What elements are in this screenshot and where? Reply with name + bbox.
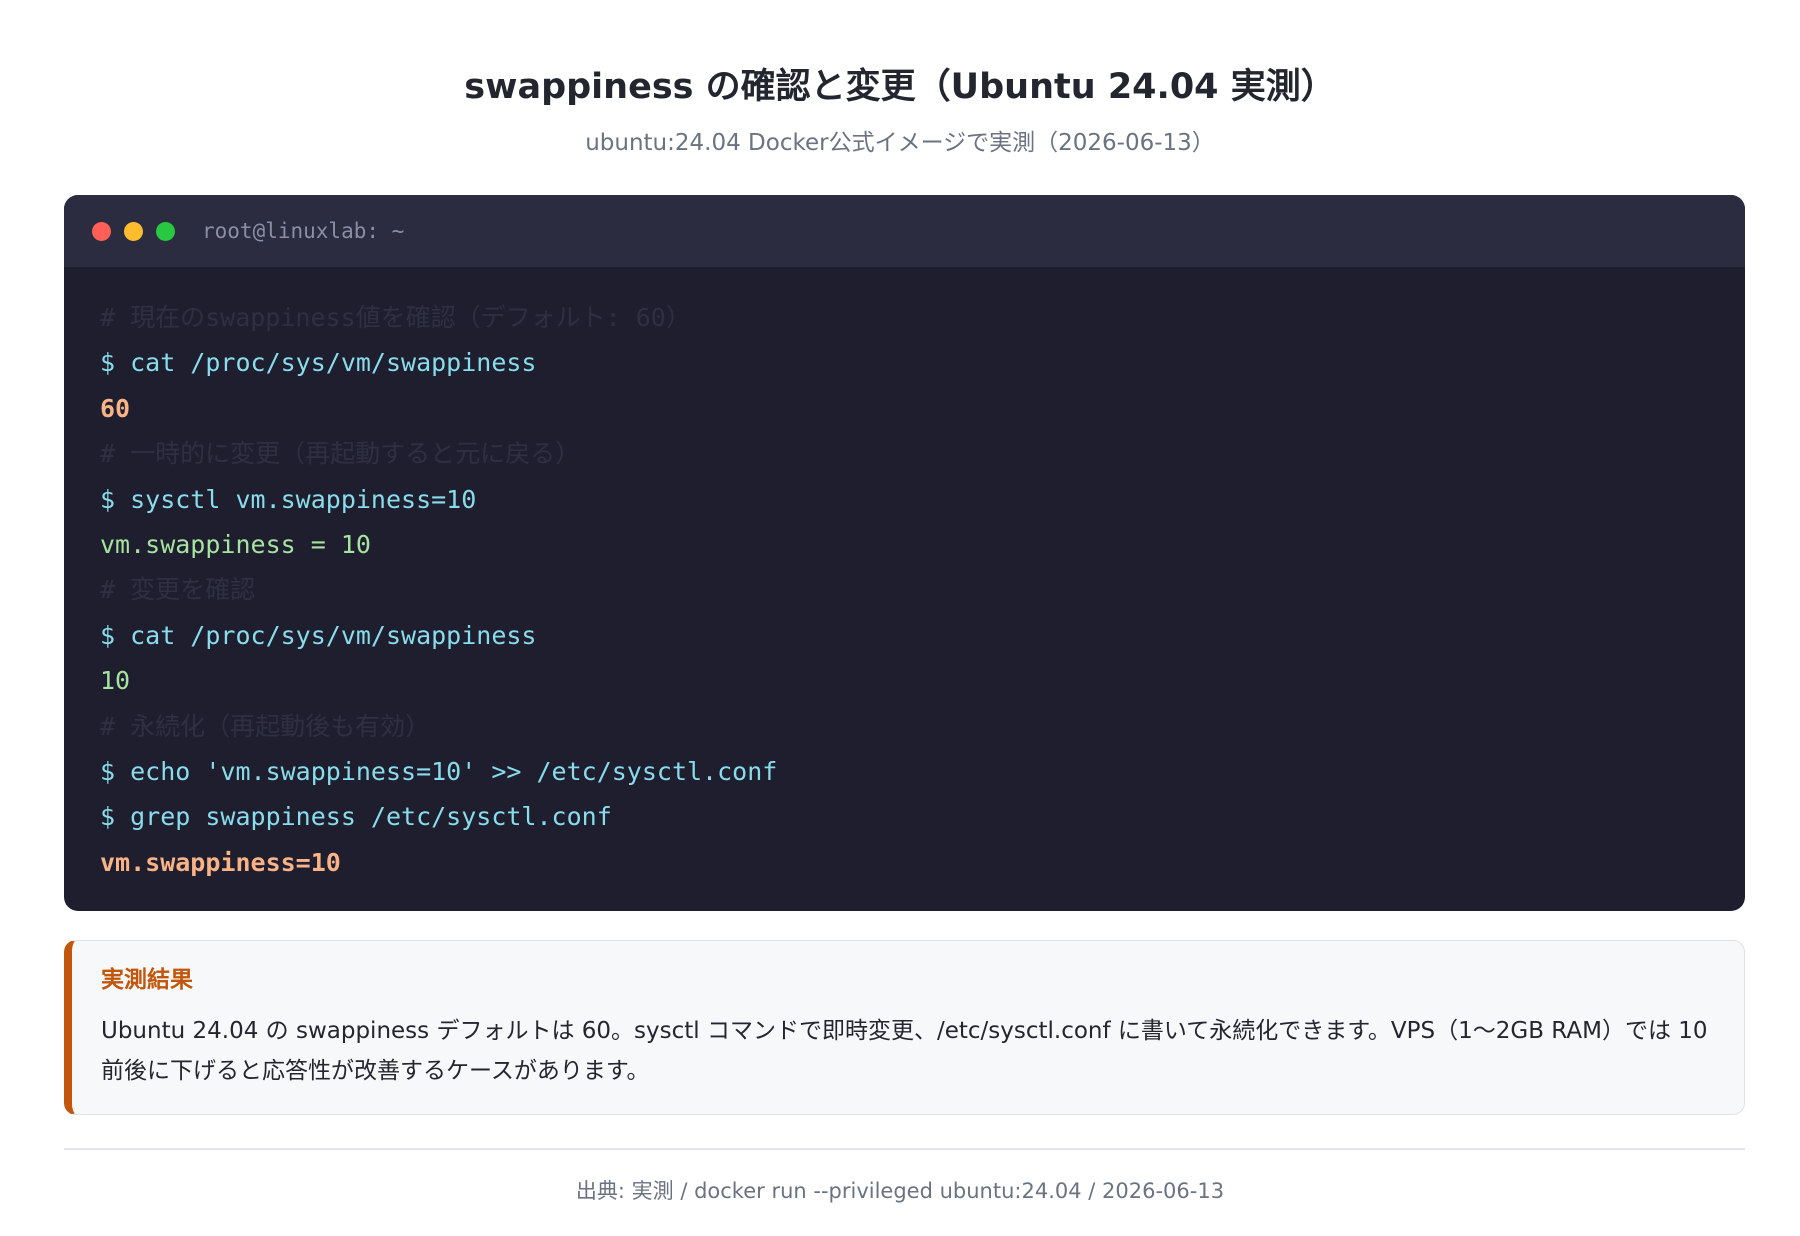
callout-text: Ubuntu 24.04 の swappiness デフォルトは 60。sysc… <box>101 1018 1708 1084</box>
terminal-window: root@linuxlab: ~ # 現在のswappiness値を確認（デフォ… <box>64 195 1745 911</box>
divider <box>64 1148 1745 1150</box>
terminal-command-line: $ cat /proc/sys/vm/swappiness <box>100 348 537 378</box>
terminal-command-line: $ sysctl vm.swappiness=10 <box>100 484 477 514</box>
terminal-title: root@linuxlab: ~ <box>202 219 405 243</box>
maximize-dot-icon[interactable] <box>156 221 175 241</box>
terminal-body: # 現在のswappiness値を確認（デフォルト: 60） $ cat /pro… <box>64 267 1745 885</box>
close-dot-icon[interactable] <box>92 221 111 241</box>
terminal-output-line: vm.swappiness=10 <box>100 847 341 877</box>
source-footer: 出典: 実測 / docker run --privileged ubuntu:… <box>575 1179 1225 1203</box>
terminal-comment-line: # 変更を確認 <box>100 575 256 605</box>
terminal-command-line: $ grep swappiness /etc/sysctl.conf <box>100 802 612 832</box>
minimize-dot-icon[interactable] <box>124 221 143 241</box>
terminal-comment-line: # 一時的に変更（再起動すると元に戻る） <box>100 439 581 469</box>
terminal-command-line: $ cat /proc/sys/vm/swappiness <box>100 620 537 650</box>
result-callout: 実測結果 Ubuntu 24.04 の swappiness デフォルトは 60… <box>64 940 1745 1115</box>
page: swappiness の確認と変更（Ubuntu 24.04 実測） ubunt… <box>0 0 1800 1236</box>
terminal-command-line: $ echo 'vm.swappiness=10' >> /etc/sysctl… <box>100 756 778 786</box>
terminal-output-line: vm.swappiness = 10 <box>100 529 371 559</box>
terminal-output-line: 10 <box>100 666 131 696</box>
page-subtitle: ubuntu:24.04 Docker公式イメージで実測（2026-06-13） <box>585 130 1215 156</box>
terminal-comment-line: # 永続化（再起動後も有効） <box>100 711 431 741</box>
terminal-output-line: 60 <box>100 393 131 423</box>
callout-title: 実測結果 <box>101 967 193 993</box>
terminal-title-bar: root@linuxlab: ~ <box>64 195 1745 267</box>
page-title: swappiness の確認と変更（Ubuntu 24.04 実測） <box>464 67 1336 107</box>
terminal-comment-line: # 現在のswappiness値を確認（デフォルト: 60） <box>100 303 691 332</box>
